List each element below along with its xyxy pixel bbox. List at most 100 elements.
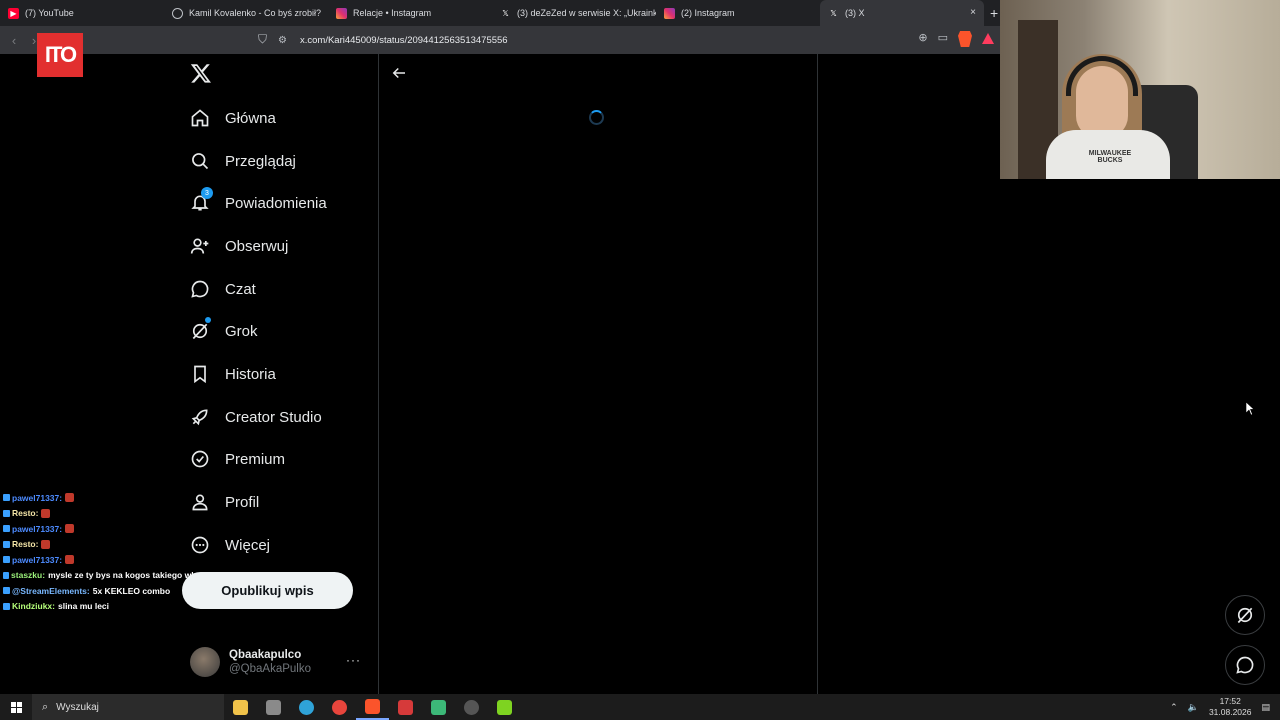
avatar (190, 647, 220, 677)
taskbar-app-edge[interactable] (290, 694, 323, 720)
zoom-icon[interactable]: ⊕ (918, 31, 927, 47)
account-switcher[interactable]: Qbaakapulco @QbaAkaPulko ··· (190, 645, 365, 679)
brave-rewards-icon[interactable] (982, 33, 994, 44)
nav-grok[interactable]: Grok (190, 316, 258, 346)
taskbar-app-app-red[interactable] (389, 694, 422, 720)
browser-toolbar: ‹ › ⛉ ⚙ x.com/Kari445009/status/20944125… (0, 26, 1000, 54)
x-icon: 𝕏 (502, 8, 509, 18)
youtube-icon: ▶ (8, 7, 19, 19)
brave-icon (365, 698, 380, 714)
tab-title: (3) X (845, 8, 865, 18)
nav-label: Czat (225, 280, 256, 298)
taskbar-app-photos[interactable] (257, 694, 290, 720)
taskbar-apps (224, 694, 521, 720)
more-icon[interactable]: ··· (346, 653, 361, 667)
taskbar-app-app-green[interactable] (422, 694, 455, 720)
edge-icon (299, 699, 314, 715)
chrome-icon (332, 699, 347, 715)
search-icon: ⌕ (42, 700, 49, 713)
post-button[interactable]: Opublikuj wpis (182, 572, 353, 609)
x-logo-icon[interactable] (190, 62, 212, 84)
chat-badge-icon (3, 494, 10, 502)
nav-label: Obserwuj (225, 237, 289, 255)
browser-tab[interactable]: Relacje • Instagram (328, 0, 492, 26)
chat-username: Kindziukx: (12, 601, 55, 612)
browser-tab[interactable]: Kamil Kovalenko - Co byś zrobił? (164, 0, 328, 26)
grok-floating-button[interactable] (1225, 595, 1265, 635)
nav-explore[interactable]: Przeglądaj (190, 146, 296, 176)
clock-time: 17:52 (1219, 696, 1241, 706)
app-red-icon (398, 699, 413, 715)
globe-icon (172, 7, 183, 19)
home-icon (190, 108, 210, 128)
app-green-icon (431, 699, 446, 715)
nav-chat[interactable]: Czat (190, 274, 256, 304)
taskbar-app-brave[interactable] (356, 694, 389, 720)
search-placeholder: Wyszukaj (56, 701, 99, 713)
nav-creator-studio[interactable]: Creator Studio (190, 402, 322, 432)
bookmark-page-icon[interactable]: ⛉ (258, 32, 267, 47)
toolbar-actions: ⊕ ▭ (918, 31, 994, 47)
taskbar-app-obs[interactable] (455, 694, 488, 720)
chat-badge-icon (3, 587, 10, 595)
chat-emote-icon (65, 524, 75, 534)
chevron-up-icon[interactable]: ⌃ (1170, 702, 1178, 713)
chat-badge-icon (3, 540, 10, 548)
new-tab-button[interactable]: + (990, 5, 998, 21)
obs-icon (464, 699, 479, 715)
chat-message: pawel71337: (3, 490, 263, 506)
close-tab-icon[interactable]: × (970, 7, 976, 18)
chat-emote-icon (65, 555, 75, 565)
chat-text: slina mu leci (57, 601, 110, 612)
site-settings-icon[interactable]: ⚙ (278, 35, 290, 46)
messages-floating-button[interactable] (1225, 645, 1265, 685)
x-icon: 𝕏 (830, 8, 837, 18)
chat-badge-icon (3, 525, 10, 533)
volume-icon[interactable]: 🔈 (1188, 702, 1199, 713)
nav-notifications[interactable]: 3 Powiadomienia (190, 187, 327, 218)
back-icon[interactable]: ‹ (4, 33, 24, 48)
account-name: Qbaakapulco (229, 649, 302, 661)
browser-tab[interactable]: (2) Instagram (656, 0, 820, 26)
tab-title: Relacje • Instagram (353, 8, 432, 18)
nav-follow[interactable]: Obserwuj (190, 231, 288, 261)
taskbar-app-chrome[interactable] (323, 694, 356, 720)
instagram-icon (664, 7, 675, 19)
chat-username: Resto: (12, 539, 39, 550)
grok-indicator-dot (205, 317, 211, 323)
browser-tab[interactable]: ▶ (7) YouTube (0, 0, 164, 26)
taskbar-app-app-lime[interactable] (488, 694, 521, 720)
notifications-icon[interactable]: ▤ (1261, 702, 1270, 713)
column-divider (817, 54, 818, 694)
taskbar-app-file-explorer[interactable] (224, 694, 257, 720)
verified-icon (190, 449, 210, 469)
taskbar-search[interactable]: ⌕ Wyszukaj (32, 694, 224, 720)
nav-home[interactable]: Główna (190, 103, 276, 133)
clock-date: 31.08.2026 (1208, 707, 1252, 717)
instagram-icon (336, 7, 347, 19)
system-tray: ⌃ 🔈 17:52 31.08.2026 ▤ (1170, 694, 1280, 720)
grok-icon (190, 317, 211, 341)
brave-shield-icon[interactable] (958, 31, 972, 47)
column-divider (378, 54, 379, 694)
chat-username: pawel71337: (12, 554, 63, 565)
mouse-cursor-icon (1246, 402, 1254, 415)
nav-bookmarks[interactable]: Historia (190, 359, 276, 389)
browser-tab[interactable]: 𝕏 (3) deZeZed w serwisie X: „Ukrainka (492, 0, 656, 26)
browser-tab-strip: ▶ (7) YouTube Kamil Kovalenko - Co byś z… (0, 0, 1000, 26)
chat-message: Resto: (3, 506, 263, 522)
cast-icon[interactable]: ▭ (938, 31, 948, 47)
nav-label: Grok (225, 322, 258, 340)
back-arrow-icon[interactable] (390, 64, 408, 82)
tab-title: Kamil Kovalenko - Co byś zrobił? (189, 8, 322, 18)
address-bar[interactable]: ⚙ x.com/Kari445009/status/20944125635134… (278, 31, 998, 49)
chat-badge-icon (3, 509, 10, 517)
nav-label: Powiadomienia (225, 194, 327, 212)
stream-logo: ITO (37, 33, 83, 77)
clock[interactable]: 17:52 31.08.2026 (1209, 696, 1252, 718)
nav-premium[interactable]: Premium (190, 444, 285, 474)
browser-tab-active[interactable]: 𝕏 (3) X × (820, 0, 984, 26)
url-text: x.com/Kari445009/status/2094412563513475… (300, 34, 508, 46)
nav-label: Przeglądaj (225, 152, 296, 170)
start-button[interactable] (0, 694, 32, 720)
